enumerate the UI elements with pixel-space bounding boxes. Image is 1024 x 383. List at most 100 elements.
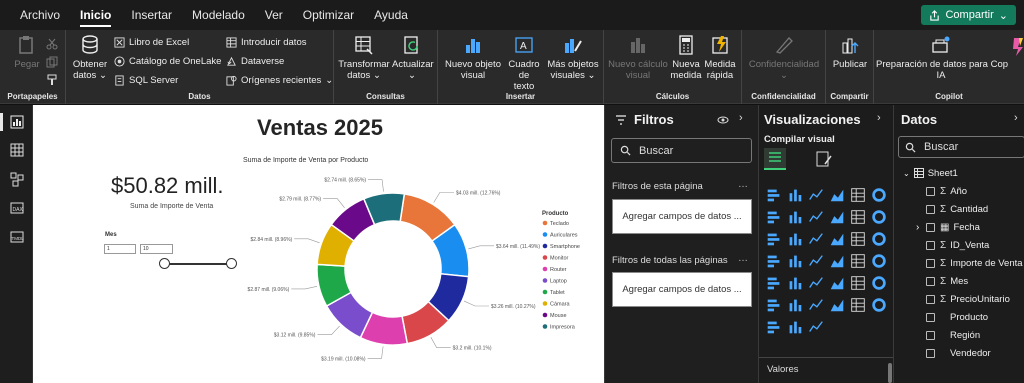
viz-kpi-icon[interactable]	[764, 273, 784, 293]
field-item[interactable]: Σ Mes	[894, 272, 1024, 290]
field-checkbox[interactable]	[926, 204, 935, 214]
field-item[interactable]: Σ Cantidad	[894, 200, 1024, 218]
viz-card-icon[interactable]	[848, 251, 868, 271]
field-item[interactable]: Σ Año	[894, 182, 1024, 200]
format-painter-icon[interactable]	[46, 74, 58, 86]
viz-azure-map-icon[interactable]	[806, 251, 826, 271]
text-box-button[interactable]: A Cuadro de texto	[502, 34, 546, 92]
paste-button[interactable]: Pegar	[12, 34, 42, 70]
more-visuals-button[interactable]: Más objetos visuales ⌄	[544, 34, 602, 81]
viz-stacked-column-icon[interactable]	[785, 185, 805, 205]
menu-optimizar[interactable]: Optimizar	[293, 0, 364, 30]
report-canvas[interactable]: Ventas 2025 $50.82 mill. Suma de Importe…	[33, 105, 604, 383]
field-checkbox[interactable]	[926, 312, 935, 322]
cut-icon[interactable]	[46, 38, 58, 50]
legend-item[interactable]: Cámara	[550, 302, 571, 308]
viz-100-column-icon[interactable]	[869, 185, 889, 205]
viz-gauge-icon[interactable]	[827, 251, 847, 271]
viz-r-visual-icon[interactable]	[848, 273, 868, 293]
menu-ayuda[interactable]: Ayuda	[364, 0, 418, 30]
field-checkbox[interactable]	[926, 186, 935, 196]
menu-modelado[interactable]: Modelado	[182, 0, 255, 30]
viz-pie-icon[interactable]	[806, 229, 826, 249]
viz-clustered-column-icon[interactable]	[827, 185, 847, 205]
legend-item[interactable]: Router	[550, 267, 567, 273]
collapse-visualizations-icon[interactable]: ›	[877, 112, 881, 124]
table-sheet1[interactable]: ⌄ Sheet1	[894, 164, 1024, 182]
viz-power-apps-icon[interactable]	[764, 317, 784, 337]
report-view-icon[interactable]	[9, 114, 25, 130]
collapse-filters-icon[interactable]: ›	[739, 112, 743, 124]
chevron-right-icon[interactable]: ›	[916, 222, 919, 233]
field-checkbox[interactable]	[926, 330, 935, 340]
viz-slicer-icon[interactable]	[785, 273, 805, 293]
filters-search-input[interactable]: Buscar	[611, 138, 752, 163]
all-pages-filters-more-icon[interactable]: …	[738, 253, 748, 264]
viz-shape-map-icon[interactable]	[785, 251, 805, 271]
menu-insertar[interactable]: Insertar	[121, 0, 182, 30]
legend-item[interactable]: Smartphone	[550, 244, 580, 250]
collapse-data-icon[interactable]: ›	[1014, 112, 1018, 124]
field-item[interactable]: Σ Importe de Venta	[894, 254, 1024, 272]
viz-filled-map-icon[interactable]	[764, 251, 784, 271]
new-visual-button[interactable]: Nuevo objeto visual	[442, 34, 504, 81]
recent-sources-button[interactable]: Orígenes recientes ⌄	[226, 75, 333, 86]
field-item[interactable]: Σ ID_Venta	[894, 236, 1024, 254]
viz-python-visual-icon[interactable]	[869, 273, 889, 293]
eye-icon[interactable]	[717, 115, 729, 125]
viz-stacked-bar-icon[interactable]	[764, 185, 784, 205]
transform-data-button[interactable]: Transformar datos ⌄	[338, 34, 390, 81]
field-checkbox[interactable]	[926, 294, 935, 304]
dax-query-view-icon[interactable]: DAX	[9, 200, 25, 216]
quick-measure-button[interactable]: Medida rápida	[702, 34, 738, 81]
new-measure-button[interactable]: Nueva medida	[670, 34, 702, 81]
build-visual-tab[interactable]	[764, 148, 786, 170]
page-filters-more-icon[interactable]: …	[738, 179, 748, 190]
viz-decomposition-tree-icon[interactable]	[785, 295, 805, 315]
menu-ver[interactable]: Ver	[255, 0, 293, 30]
field-item[interactable]: Vendedor	[894, 344, 1024, 362]
viz-smart-narrative-icon[interactable]	[827, 295, 847, 315]
field-checkbox[interactable]	[926, 348, 935, 358]
menu-inicio[interactable]: Inicio	[70, 0, 121, 30]
field-item[interactable]: › ▦ Fecha	[894, 218, 1024, 236]
viz-area-icon[interactable]	[785, 207, 805, 227]
viz-power-automate-icon[interactable]	[785, 317, 805, 337]
publish-button[interactable]: Publicar	[830, 34, 870, 70]
viz-matrix-icon[interactable]	[827, 273, 847, 293]
page-filters-drop-zone[interactable]: Agregar campos de datos ...	[612, 199, 752, 234]
all-pages-filters-drop-zone[interactable]: Agregar campos de datos ...	[612, 272, 752, 307]
field-item[interactable]: Región	[894, 326, 1024, 344]
viz-scatter-icon[interactable]	[785, 229, 805, 249]
viz-treemap-icon[interactable]	[848, 229, 868, 249]
table-view-icon[interactable]	[9, 142, 25, 158]
viz-100-bar-icon[interactable]	[848, 185, 868, 205]
field-checkbox[interactable]	[926, 240, 935, 250]
viz-ribbon-icon[interactable]	[848, 207, 868, 227]
viz-funnel-icon[interactable]	[764, 229, 784, 249]
viz-line-column-icon[interactable]	[827, 207, 847, 227]
enter-data-button[interactable]: Introducir datos	[226, 37, 306, 48]
viz-table-icon[interactable]	[806, 273, 826, 293]
data-search-input[interactable]: Buscar	[898, 136, 1024, 158]
viz-key-influencers-icon[interactable]	[764, 295, 784, 315]
viz-stacked-area-icon[interactable]	[806, 207, 826, 227]
new-visual-calculation-button[interactable]: Nuevo cálculo visual	[606, 34, 670, 81]
field-checkbox[interactable]	[926, 276, 935, 286]
excel-button[interactable]: Libro de Excel	[114, 37, 189, 48]
legend-item[interactable]: Tablet	[550, 290, 565, 296]
viz-waterfall-icon[interactable]	[869, 207, 889, 227]
onelake-button[interactable]: Catálogo de OneLake ⌄	[114, 56, 233, 67]
legend-item[interactable]: Monitor	[550, 256, 569, 262]
donut-chart[interactable]: $4.03 mill. (12.76%) $3.64 mill. (11.49%)…	[33, 105, 604, 383]
sensitivity-button[interactable]: Confidencialidad ⌄	[744, 34, 824, 81]
model-view-icon[interactable]	[9, 171, 25, 187]
share-button[interactable]: Compartir ⌄	[921, 5, 1016, 25]
viz-metrics-icon[interactable]	[869, 295, 889, 315]
refresh-button[interactable]: Actualizar ⌄	[392, 34, 434, 81]
viz-clustered-bar-icon[interactable]	[806, 185, 826, 205]
tmdl-view-icon[interactable]: TMDL	[9, 229, 25, 245]
legend-item[interactable]: Laptop	[550, 279, 567, 285]
field-checkbox[interactable]	[926, 258, 935, 268]
dataverse-button[interactable]: Dataverse	[226, 56, 284, 67]
